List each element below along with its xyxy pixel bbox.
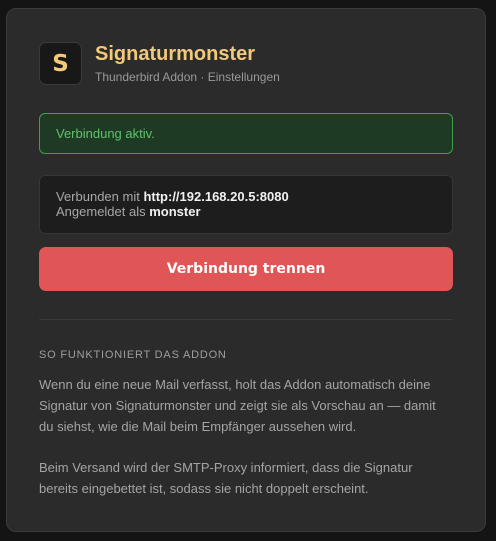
server-url: http://192.168.20.5:8080 — [143, 189, 289, 204]
disconnect-button[interactable]: Verbindung trennen — [39, 247, 453, 291]
header-titles: Signaturmonster Thunderbird Addon · Eins… — [95, 42, 280, 85]
app-title: Signaturmonster — [95, 43, 256, 65]
connected-server-line: Verbunden mit http://192.168.20.5:8080 — [56, 189, 436, 204]
how-it-works-heading: SO FUNKTIONIERT DAS ADDON — [39, 349, 227, 361]
connected-prefix: Verbunden mit — [56, 189, 144, 204]
connection-info-box: Verbunden mit http://192.168.20.5:8080 A… — [39, 175, 453, 234]
how-it-works-paragraph-1: Wenn du eine neue Mail verfasst, holt da… — [39, 377, 436, 434]
connection-status-banner: Verbindung aktiv. — [39, 113, 453, 154]
username: monster — [149, 204, 201, 219]
header: S Signaturmonster Thunderbird Addon · Ei… — [39, 42, 280, 85]
app-subtitle: Thunderbird Addon · Einstellungen — [95, 70, 280, 84]
how-it-works-paragraph-2: Beim Versand wird der SMTP-Proxy informi… — [39, 460, 413, 496]
settings-card: S Signaturmonster Thunderbird Addon · Ei… — [6, 8, 486, 532]
section-divider — [39, 319, 453, 320]
app-logo: S — [39, 42, 82, 85]
logged-in-user-line: Angemeldet als monster — [56, 204, 436, 219]
logged-in-prefix: Angemeldet als — [56, 204, 150, 219]
